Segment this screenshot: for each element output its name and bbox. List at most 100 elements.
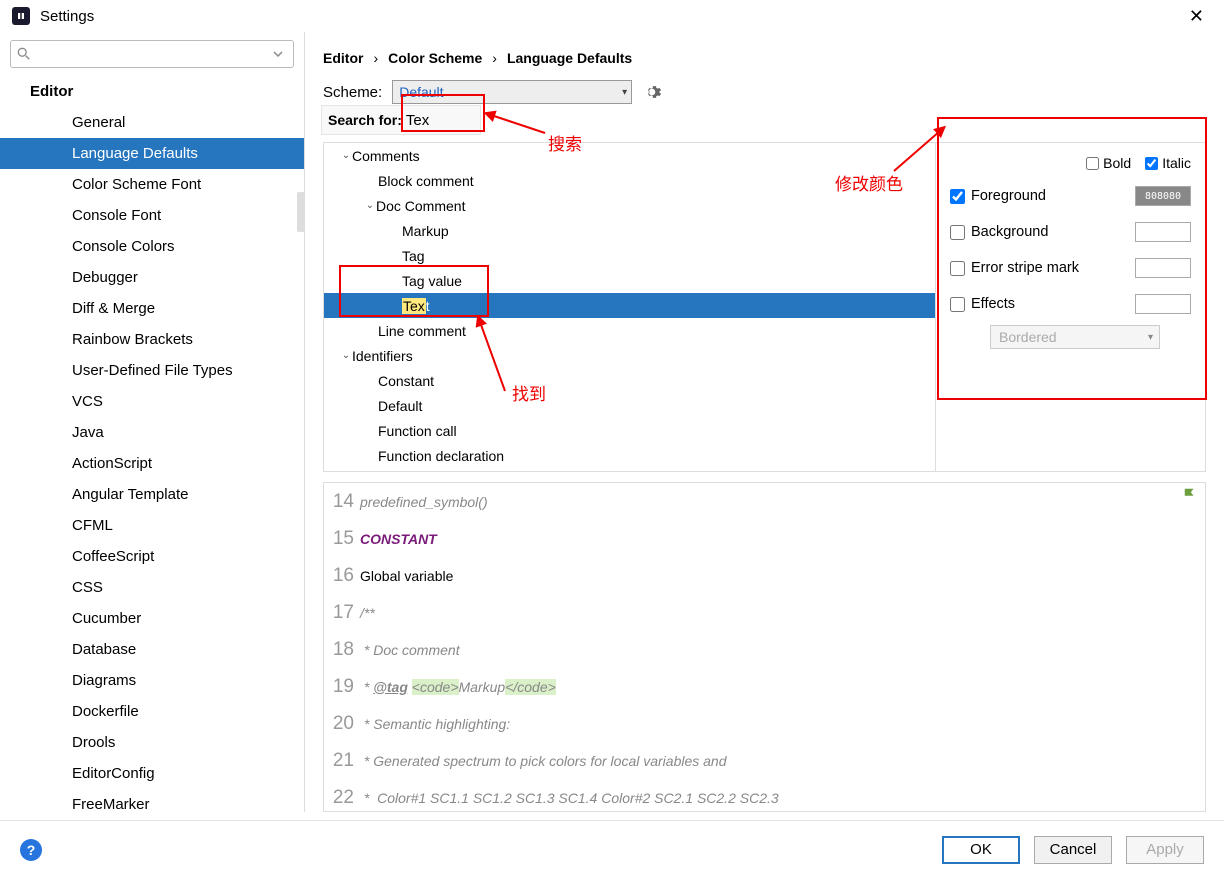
sidebar-item[interactable]: ActionScript: [0, 448, 304, 479]
background-checkbox[interactable]: [950, 225, 965, 240]
line-number: 20: [324, 713, 360, 735]
chevron-down-icon: ▾: [622, 87, 627, 98]
sidebar-search[interactable]: [10, 40, 294, 68]
expand-icon[interactable]: ⌄: [340, 150, 352, 161]
preview-pane[interactable]: 14predefined_symbol()15CONSTANT16Global …: [323, 482, 1206, 812]
search-icon: [17, 47, 31, 61]
sidebar-item[interactable]: EditorConfig: [0, 758, 304, 789]
errorstripe-swatch[interactable]: [1135, 258, 1191, 278]
sidebar-item[interactable]: Language Defaults: [0, 138, 304, 169]
sidebar-item[interactable]: Diagrams: [0, 665, 304, 696]
help-icon[interactable]: ?: [20, 839, 42, 861]
titlebar: Settings ✕: [0, 0, 1224, 32]
line-number: 17: [324, 602, 360, 624]
sidebar-item[interactable]: General: [0, 107, 304, 138]
scheme-value: Default: [399, 84, 443, 100]
sidebar-header[interactable]: Editor: [0, 76, 304, 107]
close-icon[interactable]: ✕: [1181, 2, 1212, 31]
preview-line: 17/**: [324, 594, 1205, 631]
sidebar-item[interactable]: Debugger: [0, 262, 304, 293]
effects-type-select[interactable]: Bordered ▾: [990, 325, 1160, 349]
preview-line: 14predefined_symbol(): [324, 483, 1205, 520]
sidebar-tree: EditorGeneralLanguage DefaultsColor Sche…: [0, 74, 304, 812]
sidebar-item[interactable]: Console Colors: [0, 231, 304, 262]
category-item[interactable]: Line comment: [324, 318, 935, 343]
sidebar-item[interactable]: Color Scheme Font: [0, 169, 304, 200]
line-number: 19: [324, 676, 360, 698]
sidebar-item[interactable]: CFML: [0, 510, 304, 541]
preview-flag-icon: [1183, 487, 1197, 504]
background-swatch[interactable]: [1135, 222, 1191, 242]
cancel-button[interactable]: Cancel: [1034, 836, 1112, 864]
preview-line: 15CONSTANT: [324, 520, 1205, 557]
sidebar-search-input[interactable]: [35, 47, 273, 62]
sidebar-item[interactable]: Java: [0, 417, 304, 448]
sidebar-item[interactable]: User-Defined File Types: [0, 355, 304, 386]
window-title: Settings: [40, 8, 1181, 25]
preview-line: 22 * Color#1 SC1.1 SC1.2 SC1.3 SC1.4 Col…: [324, 779, 1205, 812]
sidebar-item[interactable]: CSS: [0, 572, 304, 603]
app-icon: [12, 7, 30, 25]
sidebar-item[interactable]: Drools: [0, 727, 304, 758]
category-item[interactable]: Markup: [324, 218, 935, 243]
foreground-label: Foreground: [971, 188, 1129, 204]
category-item[interactable]: Tag: [324, 243, 935, 268]
category-item[interactable]: Default: [324, 393, 935, 418]
foreground-swatch[interactable]: 808080: [1135, 186, 1191, 206]
sidebar-item[interactable]: VCS: [0, 386, 304, 417]
sidebar-item[interactable]: Cucumber: [0, 603, 304, 634]
sidebar: EditorGeneralLanguage DefaultsColor Sche…: [0, 32, 305, 812]
category-item[interactable]: Constant: [324, 368, 935, 393]
breadcrumb-sep: ›: [492, 50, 497, 66]
ok-button[interactable]: OK: [942, 836, 1020, 864]
sidebar-scrollbar[interactable]: [297, 192, 305, 232]
effects-swatch[interactable]: [1135, 294, 1191, 314]
preview-line: 19 * @tag <code>Markup</code>: [324, 668, 1205, 705]
background-label: Background: [971, 224, 1129, 240]
category-item[interactable]: Tag value: [324, 268, 935, 293]
bold-checkbox[interactable]: Bold: [1086, 155, 1131, 171]
scheme-label: Scheme:: [323, 84, 382, 101]
chevron-down-icon: ▾: [1148, 332, 1153, 343]
category-tree[interactable]: ⌄CommentsBlock comment⌄Doc CommentMarkup…: [323, 142, 936, 472]
breadcrumb: Editor › Color Scheme › Language Default…: [305, 32, 1224, 80]
errorstripe-label: Error stripe mark: [971, 260, 1129, 276]
sidebar-item[interactable]: Diff & Merge: [0, 293, 304, 324]
foreground-checkbox[interactable]: [950, 189, 965, 204]
attributes-panel: Bold Italic Foreground 808080 Background…: [936, 142, 1206, 472]
apply-button[interactable]: Apply: [1126, 836, 1204, 864]
breadcrumb-item[interactable]: Color Scheme: [388, 50, 482, 66]
expand-icon[interactable]: ⌄: [364, 200, 376, 211]
category-item[interactable]: ⌄Doc Comment: [324, 193, 935, 218]
search-for-input[interactable]: [406, 112, 480, 129]
sidebar-item[interactable]: CoffeeScript: [0, 541, 304, 572]
breadcrumb-item[interactable]: Editor: [323, 50, 363, 66]
sidebar-item[interactable]: FreeMarker: [0, 789, 304, 812]
scheme-select[interactable]: Default ▾: [392, 80, 632, 104]
sidebar-item[interactable]: Database: [0, 634, 304, 665]
effects-label: Effects: [971, 296, 1129, 312]
category-item[interactable]: ⌄Comments: [324, 143, 935, 168]
preview-line: 21 * Generated spectrum to pick colors f…: [324, 742, 1205, 779]
category-item[interactable]: Global variable: [324, 468, 935, 472]
category-item[interactable]: Text: [324, 293, 935, 318]
category-item[interactable]: Function call: [324, 418, 935, 443]
sidebar-item[interactable]: Rainbow Brackets: [0, 324, 304, 355]
sidebar-item[interactable]: Console Font: [0, 200, 304, 231]
italic-checkbox[interactable]: Italic: [1145, 155, 1191, 171]
search-for-label: Search for:: [322, 112, 406, 128]
chevron-down-icon[interactable]: [273, 49, 283, 59]
errorstripe-checkbox[interactable]: [950, 261, 965, 276]
category-item[interactable]: ⌄Identifiers: [324, 343, 935, 368]
sidebar-item[interactable]: Dockerfile: [0, 696, 304, 727]
line-number: 16: [324, 565, 360, 587]
expand-icon[interactable]: ⌄: [340, 350, 352, 361]
preview-line: 20 * Semantic highlighting:: [324, 705, 1205, 742]
category-item[interactable]: Function declaration: [324, 443, 935, 468]
effects-checkbox[interactable]: [950, 297, 965, 312]
search-for-box: Search for:: [321, 105, 481, 135]
gear-icon[interactable]: [642, 82, 662, 102]
preview-line: 16Global variable: [324, 557, 1205, 594]
category-item[interactable]: Block comment: [324, 168, 935, 193]
sidebar-item[interactable]: Angular Template: [0, 479, 304, 510]
